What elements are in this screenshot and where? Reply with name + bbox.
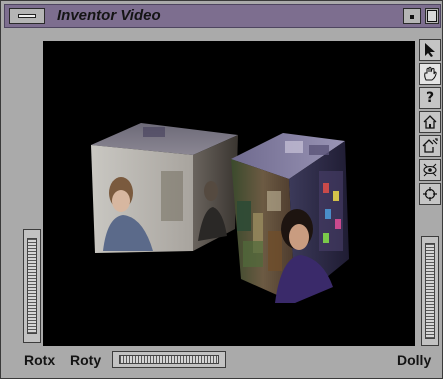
rotx-thumbwheel[interactable] [23, 229, 41, 343]
set-home-button[interactable] [419, 135, 441, 157]
dolly-thumbwheel-grip [425, 243, 435, 339]
rotx-thumbwheel-grip [27, 238, 37, 334]
set-home-icon [422, 138, 438, 153]
seek-button[interactable] [419, 183, 441, 205]
window-title: Inventor Video [57, 7, 161, 24]
window-menu-button[interactable] [9, 8, 45, 24]
roty-thumbwheel-grip [119, 355, 219, 364]
home-button[interactable] [419, 111, 441, 133]
help-button[interactable]: ? [419, 87, 441, 109]
dolly-label: Dolly [397, 352, 432, 368]
inventor-video-window: Inventor Video ? Rotx Roty Dolly [0, 0, 443, 379]
home-icon [423, 115, 437, 129]
3d-viewport[interactable] [43, 41, 415, 346]
view-mode-button[interactable] [419, 63, 441, 85]
left-video-cube [91, 123, 238, 253]
view-all-icon [423, 163, 437, 177]
hand-icon [424, 66, 437, 81]
minimize-icon [410, 15, 414, 19]
minimize-button[interactable] [403, 8, 421, 24]
window-menu-icon [18, 14, 36, 18]
dolly-thumbwheel[interactable] [421, 236, 439, 346]
maximize-icon [427, 10, 437, 22]
roty-thumbwheel[interactable] [112, 351, 226, 368]
maximize-button[interactable] [425, 8, 439, 24]
question-icon: ? [425, 90, 435, 106]
roty-label: Roty [70, 352, 102, 368]
arrow-pointer-icon [425, 43, 435, 57]
pick-mode-button[interactable] [419, 39, 441, 61]
view-all-button[interactable] [419, 159, 441, 181]
right-video-cube [231, 133, 349, 303]
title-bar[interactable]: Inventor Video [4, 4, 441, 28]
seek-icon [423, 187, 437, 201]
scene-render [91, 123, 349, 303]
rotx-label: Rotx [24, 352, 56, 368]
